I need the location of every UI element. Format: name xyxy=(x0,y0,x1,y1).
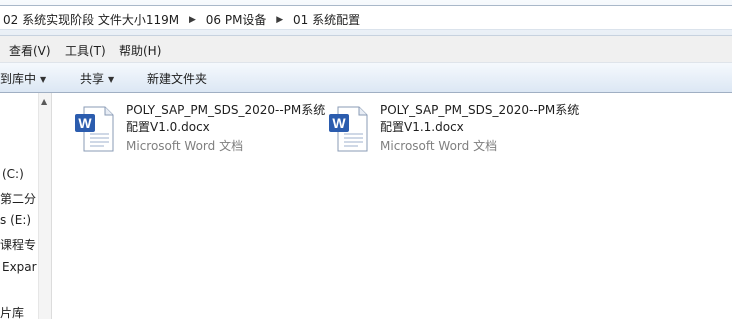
command-bar: 到库中 ▼ 共享 ▼ 新建文件夹 xyxy=(0,63,732,93)
menu-tools[interactable]: 工具(T) xyxy=(65,42,106,59)
breadcrumb-item[interactable]: 01 系统配置 xyxy=(293,11,360,28)
navigation-pane: (C:) 第二分 s (E:) 课程专 Expar 片库 xyxy=(0,93,38,319)
nav-scrollbar[interactable]: ▲ xyxy=(38,93,52,319)
file-type: Microsoft Word 文档 xyxy=(380,139,498,153)
share-button[interactable]: 共享 ▼ xyxy=(80,70,114,87)
share-label: 共享 xyxy=(80,72,105,86)
chevron-down-icon: ▼ xyxy=(40,75,47,84)
nav-item-second-partition[interactable]: 第二分 xyxy=(0,190,36,207)
nav-item-drive-e[interactable]: s (E:) xyxy=(0,213,31,227)
breadcrumb-item[interactable]: 02 系统实现阶段 文件大小119M xyxy=(3,11,179,28)
menu-view[interactable]: 查看(V) xyxy=(9,42,51,59)
word-document-icon: W xyxy=(75,106,114,152)
file-name: POLY_SAP_PM_SDS_2020--PM系统配置V1.0.docx xyxy=(126,103,326,134)
svg-text:W: W xyxy=(332,115,346,131)
word-document-icon: W xyxy=(329,106,368,152)
nav-item-expand[interactable]: Expar xyxy=(2,260,37,274)
include-in-library-button[interactable]: 到库中 ▼ xyxy=(0,70,46,87)
include-in-library-label: 到库中 xyxy=(0,72,37,86)
nav-item-pictures[interactable]: 片库 xyxy=(0,304,24,319)
menu-help[interactable]: 帮助(H) xyxy=(119,42,161,59)
chevron-down-icon: ▼ xyxy=(108,75,115,84)
new-folder-button[interactable]: 新建文件夹 xyxy=(147,70,207,87)
breadcrumb-arrow-icon[interactable]: ▶ xyxy=(276,15,283,25)
menu-bar: 查看(V) 工具(T) 帮助(H) xyxy=(0,36,732,63)
nav-item-drive-c[interactable]: (C:) xyxy=(2,167,24,181)
breadcrumb[interactable]: 02 系统实现阶段 文件大小119M ▶ 06 PM设备 ▶ 01 系统配置 xyxy=(0,5,732,30)
svg-text:W: W xyxy=(78,115,92,131)
nav-item-course[interactable]: 课程专 xyxy=(0,236,36,253)
scroll-up-arrow-icon[interactable]: ▲ xyxy=(41,97,47,106)
breadcrumb-item[interactable]: 06 PM设备 xyxy=(206,11,267,28)
file-list: W POLY_SAP_PM_SDS_2020--PM系统配置V1.0.docx … xyxy=(52,93,732,319)
file-type: Microsoft Word 文档 xyxy=(126,139,244,153)
breadcrumb-arrow-icon[interactable]: ▶ xyxy=(189,15,196,25)
file-name: POLY_SAP_PM_SDS_2020--PM系统配置V1.1.docx xyxy=(380,103,580,134)
address-bar: 02 系统实现阶段 文件大小119M ▶ 06 PM设备 ▶ 01 系统配置 xyxy=(0,0,732,36)
